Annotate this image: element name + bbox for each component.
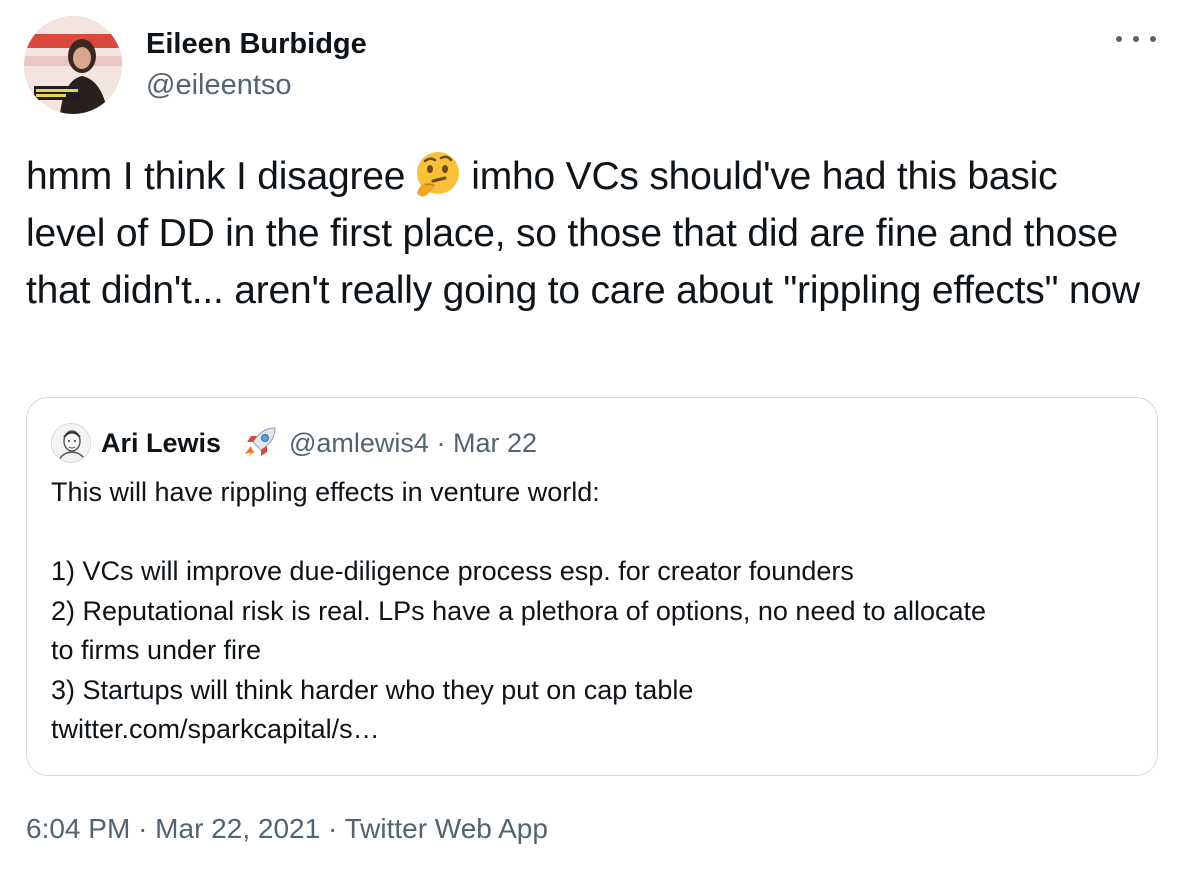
quoted-text-line: 1) VCs will improve due-diligence proces… [51, 556, 854, 586]
footer-separator: · [327, 813, 338, 844]
quoted-author-avatar-image [52, 424, 90, 462]
tweet-text: hmm I think I disagree imho VCs should'v… [26, 148, 1146, 319]
quoted-author-name[interactable]: Ari Lewis [101, 426, 221, 460]
tweet: Eileen Burbidge @eileentso hmm I think I… [0, 0, 1186, 876]
quoted-text-line: to firms under fire [51, 635, 262, 665]
tweet-time-link[interactable]: 6:04 PM · Mar 22, 2021 [26, 813, 320, 844]
tweet-text-part-1: hmm I think I disagree [26, 155, 406, 198]
quoted-author-avatar[interactable] [51, 423, 91, 463]
more-dot-icon [1116, 36, 1122, 42]
quoted-tweet-date[interactable]: Mar 22 [453, 428, 537, 458]
quoted-text-line: This will have rippling effects in ventu… [51, 477, 600, 507]
more-options-button[interactable] [1116, 24, 1156, 54]
meta-separator: · [436, 428, 446, 458]
quoted-tweet-text: This will have rippling effects in ventu… [51, 473, 1141, 750]
tweet-date: Mar 22, 2021 [155, 813, 321, 844]
rocket-icon [245, 427, 276, 458]
quoted-text-line [51, 513, 1141, 553]
more-dot-icon [1150, 36, 1156, 42]
quoted-tweet-card[interactable]: Ari Lewis @amlewis4 · Mar 22 This will h… [26, 397, 1158, 776]
tweet-timestamp: 6:04 PM · Mar 22, 2021 · Twitter Web App [26, 812, 548, 846]
more-dot-icon [1133, 36, 1139, 42]
author-avatar[interactable] [24, 16, 122, 114]
quoted-tweet-link[interactable]: twitter.com/sparkcapital/s… [51, 710, 1141, 750]
thinking-face-icon [411, 149, 465, 199]
author-handle[interactable]: @eileentso [146, 68, 292, 102]
footer-separator: · [138, 813, 148, 844]
tweet-source-link[interactable]: Twitter Web App [345, 813, 548, 844]
author-avatar-image [24, 16, 122, 114]
quoted-tweet-meta: @amlewis4 · Mar 22 [289, 426, 537, 460]
author-name[interactable]: Eileen Burbidge [146, 27, 367, 61]
quoted-text-line: 2) Reputational risk is real. LPs have a… [51, 595, 987, 626]
tweet-time: 6:04 PM [26, 813, 131, 844]
quoted-author-handle[interactable]: @amlewis4 [289, 428, 429, 458]
quoted-text-line: 3) Startups will think harder who they p… [51, 674, 694, 705]
